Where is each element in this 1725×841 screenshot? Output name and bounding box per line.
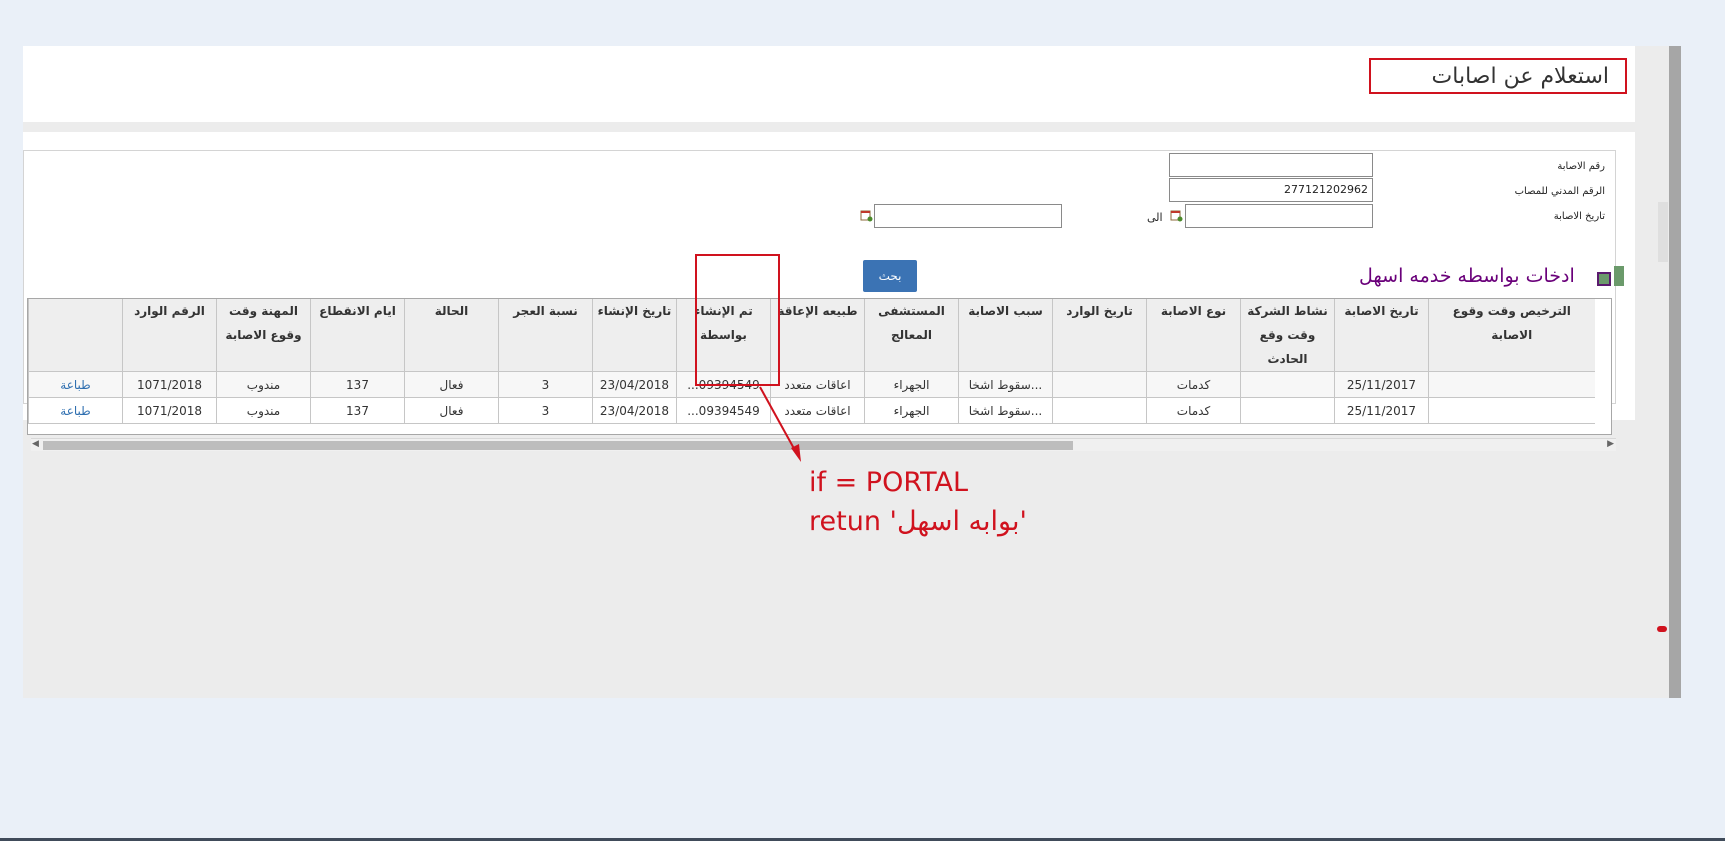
col-header[interactable]: تاريخ الإنشاء xyxy=(592,299,677,372)
to-label: الى xyxy=(1147,211,1163,224)
table-cell xyxy=(1428,397,1595,424)
table-cell: 23/04/2018 xyxy=(592,397,677,424)
injuries-table: الرقم الوارد المهنة وقت وقوع الاصابة ايا… xyxy=(28,299,1595,424)
table-cell: 25/11/2017 xyxy=(1334,397,1429,424)
table-cell: مندوب xyxy=(216,397,311,424)
injury-no-input[interactable] xyxy=(1169,153,1373,177)
eshal-service-marker xyxy=(1614,266,1624,286)
annotation-line1: if = PORTAL xyxy=(809,467,969,498)
search-button[interactable]: بحث xyxy=(863,260,917,292)
annotation-note: if = PORTAL retun 'بوابه اسهل' xyxy=(809,463,1027,541)
title-panel: استعلام عن اصابات xyxy=(23,46,1635,122)
print-link[interactable]: طباعة xyxy=(28,397,123,424)
print-link[interactable]: طباعة xyxy=(28,371,123,398)
civil-id-label: الرقم المدني للمصاب xyxy=(1514,186,1605,197)
injuries-grid: الرقم الوارد المهنة وقت وقوع الاصابة ايا… xyxy=(27,298,1612,435)
table-cell: فعال xyxy=(404,371,499,398)
red-marker xyxy=(1657,626,1667,632)
col-header[interactable]: تاريخ الوارد xyxy=(1052,299,1147,372)
created-by-highlight xyxy=(695,254,780,386)
col-header[interactable]: تاريخ الاصابة xyxy=(1334,299,1429,372)
table-cell: مندوب xyxy=(216,371,311,398)
table-cell: 1071/2018 xyxy=(122,371,217,398)
eshal-service-checkbox[interactable] xyxy=(1597,272,1611,286)
eshal-service-label: ادخات بواسطه خدمه اسهل xyxy=(1359,265,1575,287)
table-cell: الجهراء xyxy=(864,371,959,398)
table-header-row: الرقم الوارد المهنة وقت وقوع الاصابة ايا… xyxy=(28,299,1595,372)
horizontal-scrollbar[interactable]: ◀ ▶ xyxy=(31,438,1616,451)
table-cell: 3 xyxy=(498,397,593,424)
annotation-line2: retun 'بوابه اسهل' xyxy=(809,506,1027,537)
scroll-track-stub xyxy=(1658,202,1668,262)
table-cell: 3 xyxy=(498,371,593,398)
table-cell: كدمات xyxy=(1146,397,1241,424)
scroll-right-icon[interactable]: ▶ xyxy=(1607,439,1614,449)
scrollbar-thumb[interactable] xyxy=(43,441,1073,450)
col-header[interactable]: المستشفى المعالج xyxy=(864,299,959,372)
injury-no-label: رقم الاصابة xyxy=(1557,161,1605,172)
col-header[interactable]: الرقم الوارد xyxy=(122,299,217,372)
table-cell: 23/04/2018 xyxy=(592,371,677,398)
page-title: استعلام عن اصابات xyxy=(1369,58,1627,94)
col-header xyxy=(28,299,123,372)
calendar-icon[interactable] xyxy=(860,209,873,222)
table-cell: 1071/2018 xyxy=(122,397,217,424)
injury-date-label: تاريخ الاصابة xyxy=(1553,211,1605,222)
table-cell: 137 xyxy=(310,397,405,424)
col-header[interactable]: نسبة العجر xyxy=(498,299,593,372)
table-row[interactable]: طباعة 1071/2018 مندوب 137 فعال 3 23/04/2… xyxy=(28,397,1595,424)
table-cell xyxy=(1052,371,1147,398)
calendar-icon[interactable] xyxy=(1170,209,1183,222)
col-header[interactable]: ايام الانقطاع xyxy=(310,299,405,372)
col-header[interactable]: الحالة xyxy=(404,299,499,372)
table-cell: سقوط اشخا... xyxy=(958,371,1053,398)
table-cell: الجهراء xyxy=(864,397,959,424)
table-cell: كدمات xyxy=(1146,371,1241,398)
table-cell: 137 xyxy=(310,371,405,398)
injury-date-to-input[interactable] xyxy=(874,204,1062,228)
col-header[interactable]: نوع الاصابة xyxy=(1146,299,1241,372)
col-header[interactable]: سبب الاصابة xyxy=(958,299,1053,372)
col-header[interactable]: طبيعه الإعاقة xyxy=(770,299,865,372)
civil-id-input[interactable]: 277121202962 xyxy=(1169,178,1373,202)
app-window: استعلام عن اصابات رقم الاصابة الرقم المد… xyxy=(23,46,1681,698)
annotation-arrow xyxy=(759,386,801,462)
search-panel: رقم الاصابة الرقم المدني للمصاب 27712120… xyxy=(23,132,1635,451)
table-cell xyxy=(1052,397,1147,424)
injury-date-from-input[interactable] xyxy=(1185,204,1373,228)
table-cell: 25/11/2017 xyxy=(1334,371,1429,398)
scroll-left-icon[interactable]: ◀ xyxy=(32,439,39,449)
table-cell xyxy=(1428,371,1595,398)
col-header[interactable]: نشاط الشركة وقت وقع الحادث xyxy=(1240,299,1335,372)
table-cell: فعال xyxy=(404,397,499,424)
col-header[interactable]: المهنة وقت وقوع الاصابة xyxy=(216,299,311,372)
table-row[interactable]: طباعة 1071/2018 مندوب 137 فعال 3 23/04/2… xyxy=(28,371,1595,398)
col-header[interactable]: الترخيص وقت وقوع الاصابة xyxy=(1428,299,1595,372)
vertical-scrollbar[interactable] xyxy=(1669,46,1681,698)
table-cell: سقوط اشخا... xyxy=(958,397,1053,424)
table-cell xyxy=(1240,397,1335,424)
table-cell xyxy=(1240,371,1335,398)
